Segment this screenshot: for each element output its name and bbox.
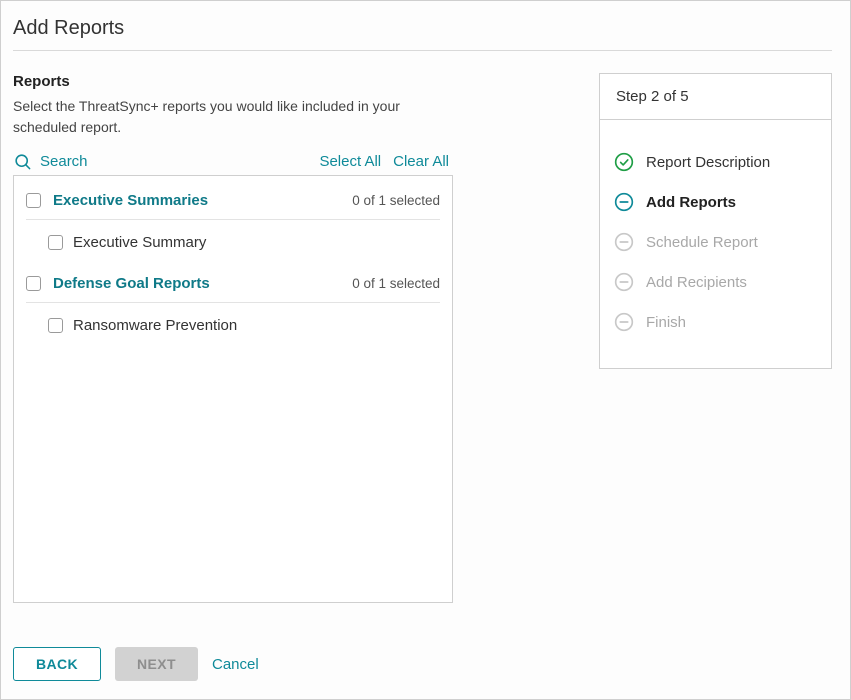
group-checkbox[interactable] bbox=[26, 276, 41, 291]
search-icon bbox=[13, 152, 32, 171]
modal-title: Add Reports bbox=[13, 17, 832, 51]
select-all-link[interactable]: Select All bbox=[319, 153, 381, 170]
report-item[interactable]: Ransomware Prevention bbox=[26, 309, 440, 350]
back-button[interactable]: Back bbox=[13, 647, 101, 681]
step-label: Finish bbox=[646, 314, 686, 331]
stepper-header: Step 2 of 5 bbox=[600, 74, 831, 120]
report-group: Executive Summaries 0 of 1 selected Exec… bbox=[26, 184, 440, 267]
modal-footer: Back Next Cancel bbox=[13, 647, 259, 681]
step-current-icon bbox=[614, 192, 634, 212]
group-count: 0 of 1 selected bbox=[352, 193, 440, 208]
step-pending-icon bbox=[614, 272, 634, 292]
step-add-reports: Add Reports bbox=[614, 182, 815, 222]
step-label: Add Reports bbox=[646, 194, 736, 211]
content-row: Reports Select the ThreatSync+ reports y… bbox=[13, 73, 832, 603]
left-column: Reports Select the ThreatSync+ reports y… bbox=[13, 73, 453, 603]
step-report-description: Report Description bbox=[614, 142, 815, 182]
section-heading: Reports bbox=[13, 73, 453, 90]
section-description: Select the ThreatSync+ reports you would… bbox=[13, 96, 433, 138]
group-title: Defense Goal Reports bbox=[53, 275, 352, 292]
stepper-card: Step 2 of 5 Report Description Add Repor… bbox=[599, 73, 832, 369]
group-header[interactable]: Executive Summaries 0 of 1 selected bbox=[26, 184, 440, 220]
group-checkbox[interactable] bbox=[26, 193, 41, 208]
next-button[interactable]: Next bbox=[115, 647, 198, 681]
step-label: Schedule Report bbox=[646, 234, 758, 251]
report-group: Defense Goal Reports 0 of 1 selected Ran… bbox=[26, 267, 440, 350]
list-toolbar: Search Select All Clear All bbox=[13, 152, 453, 171]
item-label: Executive Summary bbox=[73, 234, 206, 251]
cancel-link[interactable]: Cancel bbox=[212, 656, 259, 673]
item-checkbox[interactable] bbox=[48, 318, 63, 333]
search-button[interactable]: Search bbox=[13, 152, 88, 171]
step-done-icon bbox=[614, 152, 634, 172]
step-finish: Finish bbox=[614, 302, 815, 342]
item-checkbox[interactable] bbox=[48, 235, 63, 250]
group-header[interactable]: Defense Goal Reports 0 of 1 selected bbox=[26, 267, 440, 303]
add-reports-modal: Add Reports Reports Select the ThreatSyn… bbox=[0, 0, 851, 700]
search-label: Search bbox=[40, 153, 88, 170]
step-pending-icon bbox=[614, 232, 634, 252]
report-item[interactable]: Executive Summary bbox=[26, 226, 440, 267]
step-label: Report Description bbox=[646, 154, 770, 171]
step-label: Add Recipients bbox=[646, 274, 747, 291]
step-add-recipients: Add Recipients bbox=[614, 262, 815, 302]
clear-all-link[interactable]: Clear All bbox=[393, 153, 449, 170]
item-label: Ransomware Prevention bbox=[73, 317, 237, 334]
step-pending-icon bbox=[614, 312, 634, 332]
group-title: Executive Summaries bbox=[53, 192, 352, 209]
reports-list[interactable]: Executive Summaries 0 of 1 selected Exec… bbox=[13, 175, 453, 603]
stepper-steps: Report Description Add Reports Schedule … bbox=[600, 120, 831, 368]
group-count: 0 of 1 selected bbox=[352, 276, 440, 291]
step-schedule-report: Schedule Report bbox=[614, 222, 815, 262]
